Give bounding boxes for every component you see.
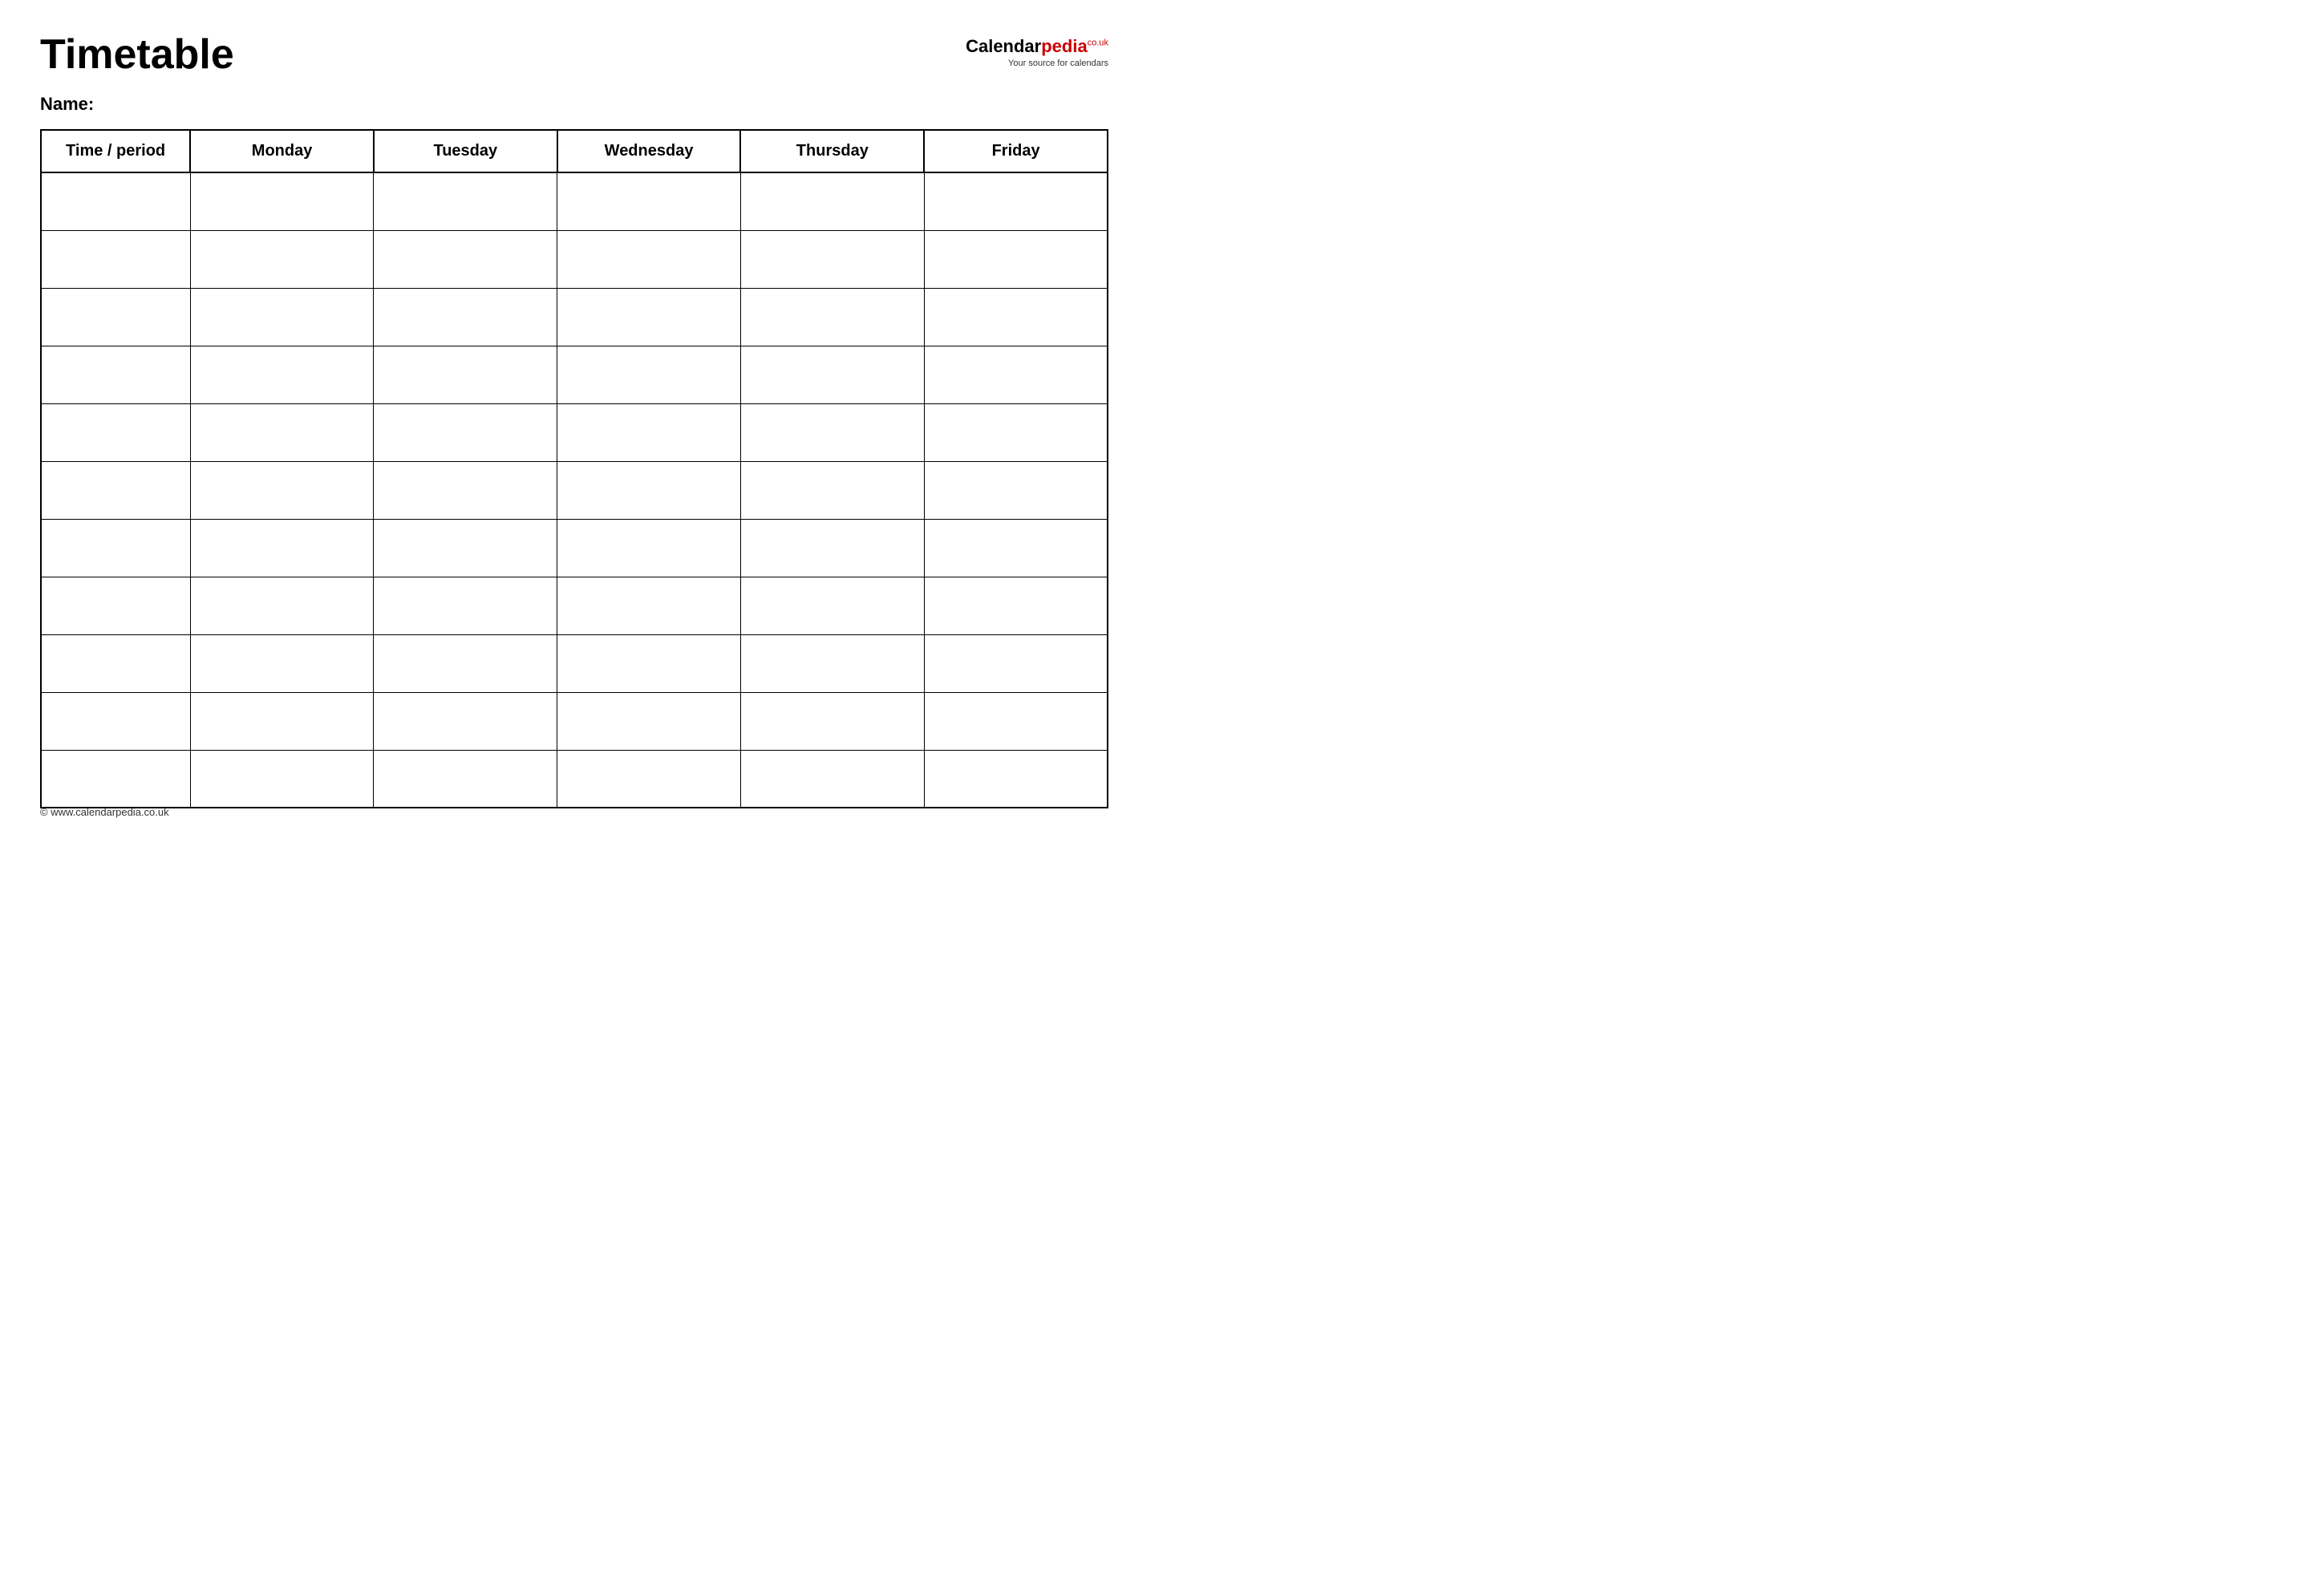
col-header-tuesday: Tuesday — [374, 130, 557, 172]
col-header-monday: Monday — [190, 130, 374, 172]
table-cell[interactable] — [557, 519, 741, 577]
table-cell[interactable] — [740, 519, 924, 577]
table-cell[interactable] — [41, 461, 190, 519]
name-label: Name: — [40, 94, 1108, 115]
table-cell[interactable] — [190, 750, 374, 808]
table-cell[interactable] — [190, 692, 374, 750]
table-cell[interactable] — [374, 634, 557, 692]
table-row — [41, 577, 1108, 634]
logo-subtitle: Your source for calendars — [1008, 59, 1108, 68]
table-cell[interactable] — [41, 634, 190, 692]
table-cell[interactable] — [740, 461, 924, 519]
table-cell[interactable] — [190, 634, 374, 692]
table-cell[interactable] — [924, 692, 1108, 750]
table-cell[interactable] — [740, 692, 924, 750]
logo-text: Calendarpediaco.uk — [966, 36, 1108, 57]
table-cell[interactable] — [740, 288, 924, 346]
table-row — [41, 750, 1108, 808]
table-cell[interactable] — [557, 288, 741, 346]
table-cell[interactable] — [374, 461, 557, 519]
table-cell[interactable] — [557, 750, 741, 808]
table-cell[interactable] — [557, 634, 741, 692]
table-cell[interactable] — [41, 172, 190, 230]
table-cell[interactable] — [190, 230, 374, 288]
table-row — [41, 403, 1108, 461]
table-cell[interactable] — [41, 288, 190, 346]
table-row — [41, 288, 1108, 346]
logo-co-uk: co.uk — [1088, 38, 1108, 48]
table-cell[interactable] — [740, 750, 924, 808]
col-header-thursday: Thursday — [740, 130, 924, 172]
table-cell[interactable] — [557, 461, 741, 519]
table-cell[interactable] — [41, 230, 190, 288]
table-cell[interactable] — [924, 750, 1108, 808]
page-header: Timetable Calendarpediaco.uk Your source… — [40, 32, 1108, 78]
table-row — [41, 519, 1108, 577]
table-cell[interactable] — [740, 403, 924, 461]
table-cell[interactable] — [557, 346, 741, 403]
table-cell[interactable] — [740, 346, 924, 403]
table-cell[interactable] — [557, 403, 741, 461]
timetable: Time / period Monday Tuesday Wednesday T… — [40, 129, 1108, 808]
table-cell[interactable] — [190, 288, 374, 346]
table-cell[interactable] — [557, 172, 741, 230]
table-cell[interactable] — [374, 750, 557, 808]
table-cell[interactable] — [924, 577, 1108, 634]
table-cell[interactable] — [740, 634, 924, 692]
table-cell[interactable] — [190, 577, 374, 634]
timetable-body — [41, 172, 1108, 808]
table-cell[interactable] — [374, 519, 557, 577]
table-cell[interactable] — [924, 461, 1108, 519]
footer-url: © www.calendarpedia.co.uk — [40, 806, 169, 818]
table-cell[interactable] — [374, 403, 557, 461]
table-cell[interactable] — [374, 346, 557, 403]
table-cell[interactable] — [374, 230, 557, 288]
table-cell[interactable] — [190, 519, 374, 577]
table-cell[interactable] — [924, 634, 1108, 692]
table-cell[interactable] — [190, 461, 374, 519]
table-cell[interactable] — [740, 230, 924, 288]
table-row — [41, 634, 1108, 692]
table-row — [41, 461, 1108, 519]
table-row — [41, 346, 1108, 403]
logo-pedia: pedia — [1041, 36, 1087, 56]
table-cell[interactable] — [41, 750, 190, 808]
col-header-time: Time / period — [41, 130, 190, 172]
table-cell[interactable] — [924, 172, 1108, 230]
table-cell[interactable] — [374, 288, 557, 346]
table-row — [41, 230, 1108, 288]
table-cell[interactable] — [41, 519, 190, 577]
table-cell[interactable] — [374, 577, 557, 634]
logo: Calendarpediaco.uk Your source for calen… — [966, 32, 1108, 68]
col-header-wednesday: Wednesday — [557, 130, 741, 172]
table-cell[interactable] — [41, 692, 190, 750]
table-row — [41, 692, 1108, 750]
table-cell[interactable] — [924, 288, 1108, 346]
table-cell[interactable] — [924, 403, 1108, 461]
table-cell[interactable] — [924, 346, 1108, 403]
table-cell[interactable] — [924, 519, 1108, 577]
table-header-row: Time / period Monday Tuesday Wednesday T… — [41, 130, 1108, 172]
table-cell[interactable] — [557, 577, 741, 634]
table-cell[interactable] — [924, 230, 1108, 288]
col-header-friday: Friday — [924, 130, 1108, 172]
table-cell[interactable] — [41, 346, 190, 403]
table-cell[interactable] — [190, 403, 374, 461]
logo-calendar: Calendar — [966, 36, 1041, 56]
table-cell[interactable] — [557, 230, 741, 288]
table-cell[interactable] — [190, 172, 374, 230]
table-cell[interactable] — [374, 692, 557, 750]
table-row — [41, 172, 1108, 230]
table-cell[interactable] — [374, 172, 557, 230]
table-cell[interactable] — [190, 346, 374, 403]
table-cell[interactable] — [41, 577, 190, 634]
table-cell[interactable] — [41, 403, 190, 461]
table-cell[interactable] — [740, 577, 924, 634]
table-cell[interactable] — [557, 692, 741, 750]
page-title: Timetable — [40, 32, 234, 78]
table-cell[interactable] — [740, 172, 924, 230]
